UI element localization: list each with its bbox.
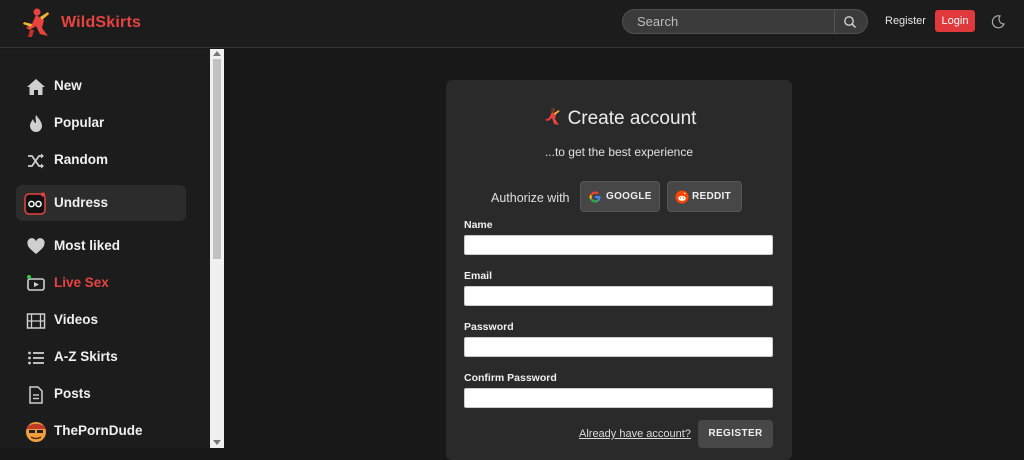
confirm-password-field[interactable] [464,388,773,408]
sidebar-item-theporndude[interactable]: ThePornDude [16,413,186,449]
sidebar-scrollbar[interactable] [210,49,224,448]
email-label: Email [464,270,493,282]
heart-icon [27,238,45,254]
brand-name[interactable]: WildSkirts [61,14,141,32]
scroll-up-arrow-icon[interactable] [213,51,221,56]
dancer-logo-icon[interactable] [20,6,54,40]
sidebar-item-a-z-skirts[interactable]: A-Z Skirts [16,339,186,375]
sidebar-item-label: Popular [54,115,105,130]
sidebar: New Popular Random Undress Most liked Li… [0,49,210,448]
live-camera-icon [27,275,45,291]
sidebar-item-live-sex[interactable]: Live Sex [16,265,186,301]
dark-mode-moon-icon[interactable] [991,15,1005,29]
sidebar-item-undress[interactable]: Undress [16,185,186,221]
card-subtitle: ...to get the best experience [544,145,694,159]
sidebar-item-most-liked[interactable]: Most liked [16,228,186,264]
sidebar-item-label: New [54,78,82,93]
confirm-password-label: Confirm Password [464,372,557,384]
name-field[interactable] [464,235,773,255]
scroll-down-arrow-icon[interactable] [213,440,221,445]
sidebar-item-popular[interactable]: Popular [16,105,186,141]
shuffle-icon [28,153,44,169]
reddit-icon [675,190,689,204]
sidebar-item-videos[interactable]: Videos [16,302,186,338]
google-auth-button[interactable]: GOOGLE [580,181,660,212]
home-icon [27,79,45,95]
reddit-button-label: REDDIT [692,191,732,202]
reddit-auth-button[interactable]: REDDIT [667,181,742,212]
film-icon [26,313,46,329]
sidebar-item-random[interactable]: Random [16,142,186,178]
scrollbar-thumb[interactable] [213,59,221,259]
sidebar-item-label: Random [54,152,108,167]
fire-icon [30,115,42,132]
sidebar-item-label: ThePornDude [54,423,143,438]
authorize-label: Authorize with [491,191,570,205]
sidebar-item-label: A-Z Skirts [54,349,118,364]
top-header: WildSkirts Search Register Login [0,0,1024,48]
list-icon [28,351,44,365]
already-have-account-link[interactable]: Already have account? [579,428,691,440]
google-icon [589,191,601,203]
google-button-label: GOOGLE [606,191,652,202]
sidebar-item-label: Most liked [54,238,121,253]
search-bar[interactable]: Search [622,9,868,34]
dude-avatar-icon [26,422,46,442]
password-field[interactable] [464,337,773,357]
sidebar-item-label: Live Sex [54,275,109,290]
search-divider [834,10,835,33]
undress-icon [24,192,46,215]
register-link[interactable]: Register [885,15,926,27]
search-icon[interactable] [842,14,858,30]
password-label: Password [464,321,514,333]
dancer-emoji-icon [544,108,560,125]
name-label: Name [464,219,493,231]
login-button[interactable]: Login [935,10,975,32]
sidebar-item-label: Posts [54,386,91,401]
sidebar-item-label: Videos [54,312,99,327]
email-field[interactable] [464,286,773,306]
document-icon [29,386,43,404]
card-title-text: Create account [567,108,697,129]
sidebar-item-label: Undress [54,195,109,210]
sidebar-item-posts[interactable]: Posts [16,376,186,412]
search-input[interactable]: Search [637,10,827,33]
register-button[interactable]: REGISTER [698,420,773,448]
card-title: Create account [446,107,792,130]
sidebar-item-new[interactable]: New [16,68,186,104]
create-account-card: Create account ...to get the best experi… [446,80,792,460]
